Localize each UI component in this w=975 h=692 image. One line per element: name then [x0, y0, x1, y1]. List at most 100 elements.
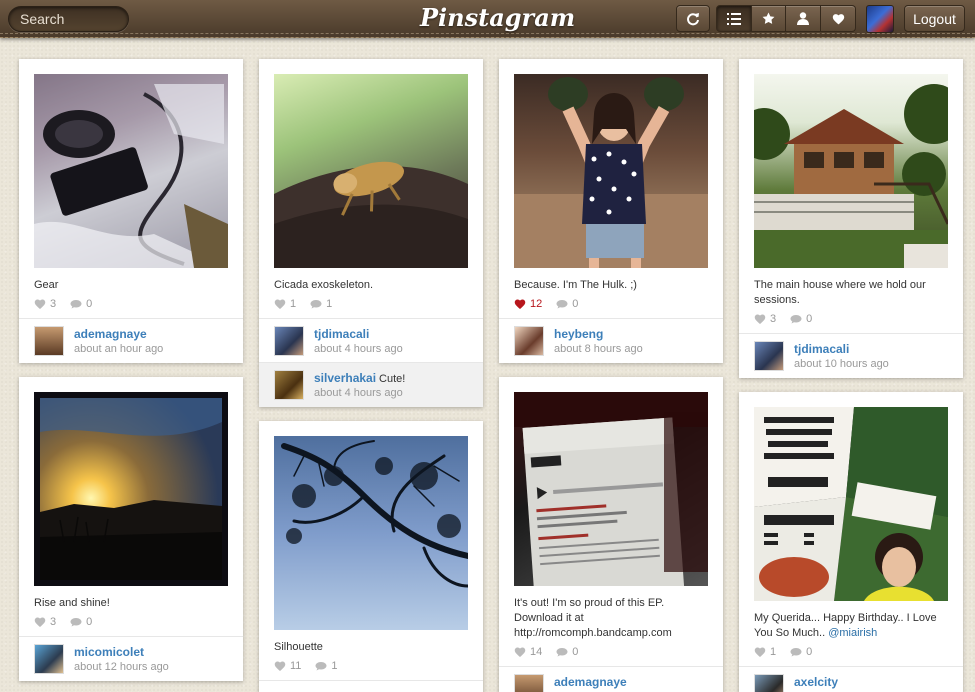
- post-author: micomicolet about 12 hours ago: [19, 636, 243, 681]
- comment-count: 0: [86, 616, 93, 628]
- heart-icon[interactable]: [274, 298, 286, 310]
- comment-item: silverhakai Cute! about 4 hours ago: [259, 362, 483, 407]
- post-time: about 4 hours ago: [314, 343, 403, 355]
- heart-icon[interactable]: [754, 313, 766, 325]
- mention-link[interactable]: @miairish: [828, 627, 877, 639]
- profile-button[interactable]: [786, 5, 821, 32]
- avatar[interactable]: [754, 674, 784, 692]
- post-stats: 11 1: [274, 659, 352, 673]
- post-photo[interactable]: [274, 74, 468, 268]
- comment-count: 0: [806, 313, 813, 325]
- likes-button[interactable]: [821, 5, 856, 32]
- app-logo[interactable]: Pinstagram: [420, 3, 575, 35]
- post-card: Gear 3 0 ademagnaye about an hour ago: [19, 59, 243, 363]
- comment-count: 0: [86, 298, 93, 310]
- comment-count: 1: [331, 660, 338, 672]
- heart-icon: [832, 13, 844, 24]
- post-photo[interactable]: [34, 392, 228, 586]
- post-time: about 10 hours ago: [794, 358, 889, 370]
- post-card: The main house where we hold our session…: [739, 59, 963, 378]
- popular-button[interactable]: [752, 5, 786, 32]
- avatar[interactable]: [754, 341, 784, 371]
- post-card: It's out! I'm so proud of this EP. Downl…: [499, 377, 723, 692]
- post-photo[interactable]: [754, 74, 948, 268]
- top-bar: Search Pinstagram Logout: [0, 0, 975, 38]
- post-author: ademagnaye: [499, 666, 723, 692]
- comment-time: about 4 hours ago: [314, 387, 403, 399]
- avatar[interactable]: [274, 326, 304, 356]
- post-stats: 3 0: [754, 312, 826, 326]
- author-username[interactable]: tjdimacali: [794, 342, 849, 356]
- like-count: 3: [770, 313, 777, 325]
- post-card: Cicada exoskeleton. 1 1 tjdimacali about…: [259, 59, 483, 407]
- logout-button[interactable]: Logout: [904, 5, 965, 32]
- comment-icon[interactable]: [315, 660, 327, 672]
- post-photo[interactable]: [274, 436, 468, 630]
- post-photo[interactable]: [514, 392, 708, 586]
- post-caption: It's out! I'm so proud of this EP. Downl…: [514, 597, 672, 639]
- author-username[interactable]: tjdimacali: [314, 327, 369, 341]
- post-card: Because. I'm The Hulk. ;) 12 0 heybeng a…: [499, 59, 723, 363]
- avatar[interactable]: [34, 644, 64, 674]
- heart-icon[interactable]: [514, 646, 526, 658]
- post-caption: Silhouette: [274, 641, 323, 653]
- comment-icon[interactable]: [790, 313, 802, 325]
- post-caption: Rise and shine!: [34, 597, 110, 609]
- heart-icon[interactable]: [34, 298, 46, 310]
- refresh-button[interactable]: [676, 5, 710, 32]
- comment-icon[interactable]: [70, 298, 82, 310]
- comment-icon[interactable]: [70, 616, 82, 628]
- heart-icon[interactable]: [754, 646, 766, 658]
- post-author: axelcity: [739, 666, 963, 692]
- post-author: ademagnaye about an hour ago: [19, 318, 243, 363]
- heart-icon[interactable]: [274, 660, 286, 672]
- post-stats: 12 0: [514, 297, 592, 311]
- like-count: 14: [530, 646, 543, 658]
- comment-count: 0: [806, 646, 813, 658]
- list-icon: [727, 12, 741, 25]
- comment-count: 1: [326, 298, 333, 310]
- author-username[interactable]: heybeng: [554, 327, 603, 341]
- post-photo[interactable]: [754, 407, 948, 601]
- search-input[interactable]: Search: [8, 6, 129, 32]
- comment-text: silverhakai Cute!: [314, 371, 405, 385]
- post-time: about an hour ago: [74, 343, 164, 355]
- author-username[interactable]: ademagnaye: [74, 327, 147, 341]
- author-username[interactable]: axelcity: [794, 675, 838, 689]
- like-count: 11: [290, 660, 302, 672]
- post-stats: 1 0: [754, 645, 826, 659]
- comment-count: 0: [572, 298, 579, 310]
- post-time: about 8 hours ago: [554, 343, 643, 355]
- avatar[interactable]: [514, 326, 544, 356]
- post-photo[interactable]: [514, 74, 708, 268]
- post-photo[interactable]: [34, 74, 228, 268]
- comment-icon[interactable]: [556, 646, 568, 658]
- avatar[interactable]: [34, 326, 64, 356]
- post-caption: My Querida... Happy Birthday.. I Love Yo…: [754, 611, 948, 641]
- heart-icon[interactable]: [514, 298, 526, 310]
- post-stats: 1 1: [274, 297, 346, 311]
- current-user-avatar[interactable]: [866, 5, 894, 33]
- post-stats: 3 0: [34, 297, 106, 311]
- comment-icon[interactable]: [556, 298, 568, 310]
- post-stats: 3 0: [34, 615, 106, 629]
- star-icon: [762, 12, 775, 24]
- user-icon: [797, 12, 809, 25]
- like-count: 1: [290, 298, 297, 310]
- comment-count: 0: [572, 646, 579, 658]
- list-view-button[interactable]: [716, 5, 752, 32]
- author-username[interactable]: ademagnaye: [554, 675, 627, 689]
- like-count: 12: [530, 298, 543, 310]
- comment-icon[interactable]: [790, 646, 802, 658]
- avatar[interactable]: [514, 674, 544, 692]
- comment-icon[interactable]: [310, 298, 322, 310]
- post-time: about 12 hours ago: [74, 661, 169, 673]
- avatar[interactable]: [274, 370, 304, 400]
- author-username[interactable]: micomicolet: [74, 645, 144, 659]
- heart-icon[interactable]: [34, 616, 46, 628]
- post-card: Silhouette 11 1: [259, 421, 483, 692]
- like-count: 3: [50, 298, 57, 310]
- post-card: Rise and shine! 3 0 micomicolet about 12…: [19, 377, 243, 681]
- commenter-username[interactable]: silverhakai: [314, 371, 376, 385]
- post-author: [259, 680, 483, 692]
